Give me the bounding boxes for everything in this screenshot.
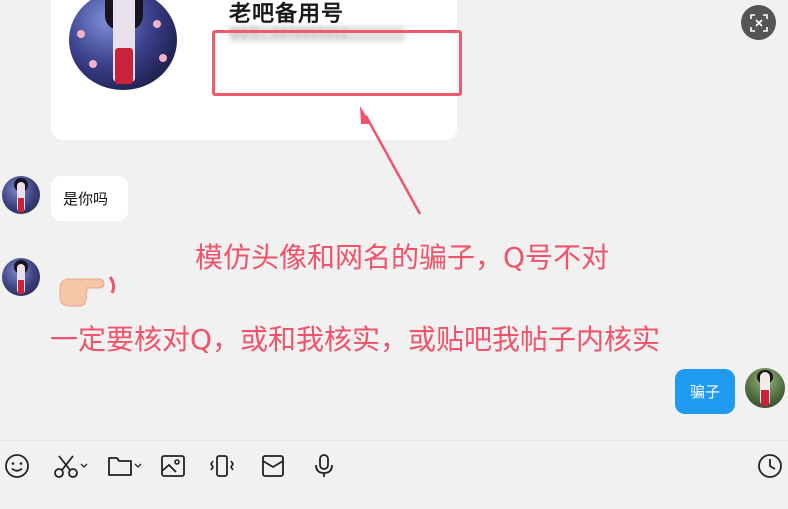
red-packet-button[interactable] xyxy=(260,453,286,479)
annotation-line-2: 一定要核对Q，或和我核实，或贴吧我帖子内核实 xyxy=(50,323,661,356)
sender-avatar[interactable] xyxy=(2,258,40,296)
message-text: 是你吗 xyxy=(63,190,109,208)
window-shake-button[interactable] xyxy=(209,453,235,479)
self-message-bubble[interactable]: 骗子 xyxy=(675,369,735,414)
folder-icon xyxy=(108,457,132,476)
microphone-icon xyxy=(315,454,333,477)
screenshot-tool-button[interactable] xyxy=(53,453,89,479)
image-icon xyxy=(161,455,185,477)
sender-avatar[interactable] xyxy=(2,176,40,214)
chevron-down-icon xyxy=(134,463,142,468)
image-button[interactable] xyxy=(160,453,186,479)
message-bubble[interactable]: 是你吗 xyxy=(51,176,128,221)
emoji-button[interactable] xyxy=(4,453,30,479)
input-toolbar xyxy=(0,440,788,509)
screenshot-button[interactable] xyxy=(741,5,776,40)
annotation-line-1: 模仿头像和网名的骗子，Q号不对 xyxy=(195,241,610,274)
screenshot-icon xyxy=(749,13,768,32)
emoji-icon xyxy=(5,454,29,478)
chat-area: 老吧备用号 QQ号：2872655012 是你吗 模仿头像和网名的骗子，Q号不对… xyxy=(0,0,788,440)
message-history-button[interactable] xyxy=(757,453,783,479)
history-clock-icon xyxy=(758,454,782,478)
pointing-hand-emoji[interactable] xyxy=(58,271,120,311)
chevron-down-icon xyxy=(80,463,88,468)
file-button[interactable] xyxy=(107,453,143,479)
voice-button[interactable] xyxy=(311,453,337,479)
self-avatar[interactable] xyxy=(745,368,785,408)
red-packet-icon xyxy=(262,455,284,477)
vibrate-icon xyxy=(210,455,234,477)
message-text: 骗子 xyxy=(689,383,720,401)
scissors-icon xyxy=(54,455,78,478)
